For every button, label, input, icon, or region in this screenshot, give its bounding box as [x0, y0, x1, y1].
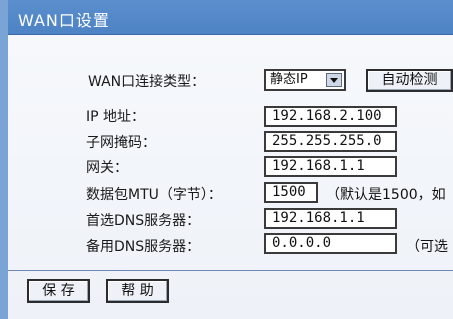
- dns-secondary-field[interactable]: 0.0.0.0: [264, 233, 397, 254]
- wan-settings-window: WAN口设置 WAN口连接类型： 静态IP 自动检测 IP 地址： 192.16…: [0, 0, 453, 319]
- chevron-down-icon[interactable]: [326, 73, 342, 87]
- subnet-label: 子网掩码：: [86, 135, 156, 151]
- wan-type-select[interactable]: 静态IP: [264, 69, 346, 91]
- dns2-hint: （可选: [406, 239, 448, 255]
- mtu-label: 数据包MTU（字节）：: [86, 187, 222, 203]
- dns-primary-field[interactable]: 192.168.1.1: [264, 208, 397, 229]
- autodetect-button[interactable]: 自动检测: [366, 69, 453, 92]
- title-bar: WAN口设置: [8, 0, 453, 35]
- left-edge-bar: [0, 0, 8, 319]
- ip-label: IP 地址：: [86, 109, 146, 125]
- wan-type-label: WAN口连接类型：: [88, 74, 206, 90]
- footer-divider: [8, 270, 453, 271]
- mtu-field[interactable]: 1500: [264, 182, 318, 203]
- wan-type-value: 静态IP: [270, 72, 308, 87]
- gateway-field[interactable]: 192.168.1.1: [264, 156, 397, 177]
- dns-secondary-label: 备用DNS服务器：: [86, 239, 201, 255]
- subnet-mask-field[interactable]: 255.255.255.0: [264, 131, 397, 152]
- gateway-label: 网关：: [86, 160, 128, 176]
- dns-primary-label: 首选DNS服务器：: [86, 213, 201, 229]
- page-title: WAN口设置: [18, 11, 110, 30]
- save-button[interactable]: 保 存: [27, 279, 90, 303]
- mtu-hint: （默认是1500，如: [326, 187, 446, 203]
- help-button[interactable]: 帮 助: [106, 279, 169, 303]
- ip-address-field[interactable]: 192.168.2.100: [264, 106, 397, 127]
